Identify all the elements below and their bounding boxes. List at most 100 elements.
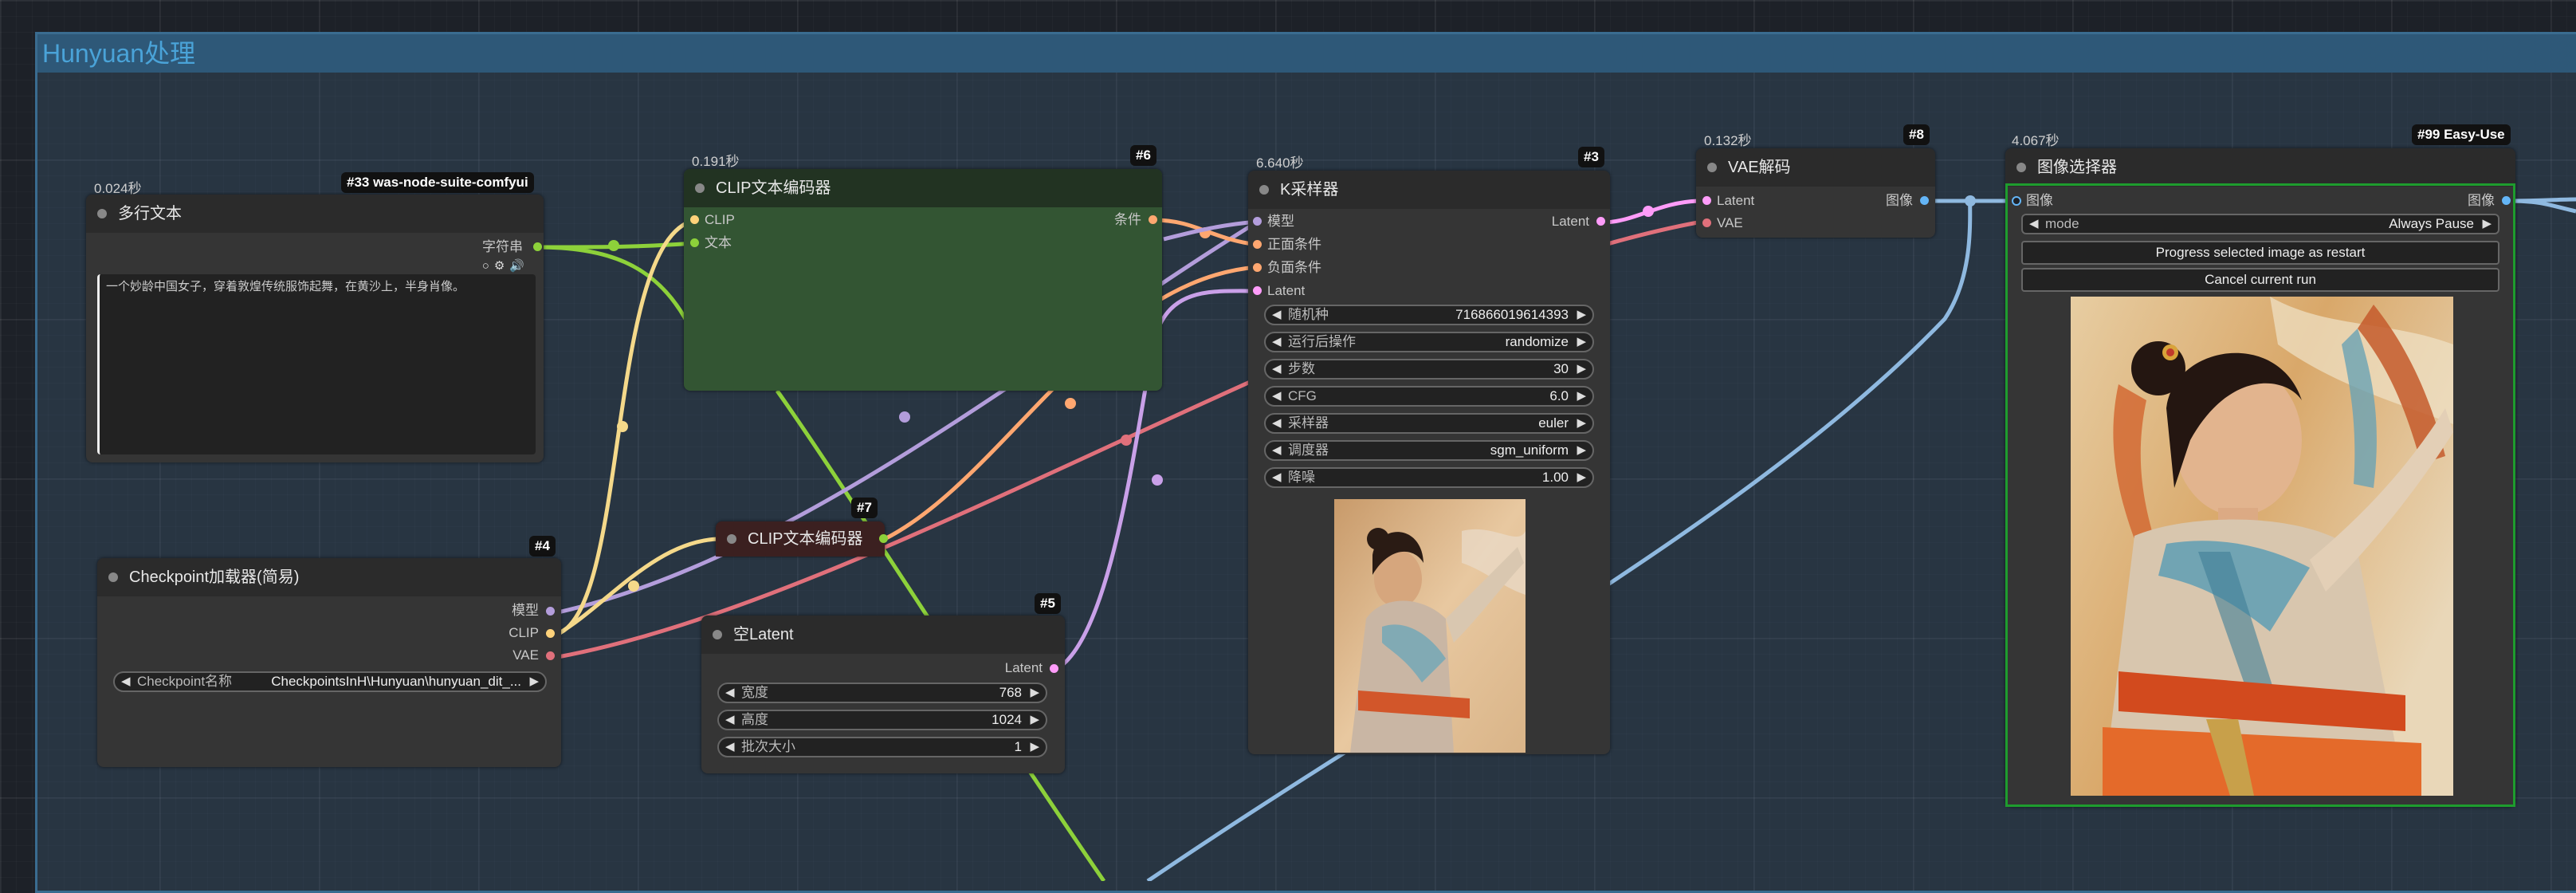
arrow-left-icon[interactable]: ◀ bbox=[1272, 442, 1282, 459]
output-image-slot[interactable] bbox=[1920, 196, 1929, 205]
node-empty-latent[interactable]: 空Latent Latent ◀ 宽度 768 ▶ ◀ 高度 1024 ▶ ◀ 批次大小 1 ▶ bbox=[701, 616, 1065, 773]
widget-control-value[interactable]: randomize bbox=[1506, 333, 1569, 351]
text-input-area[interactable]: 一个妙龄中国女子，穿着敦煌传统服饰起舞，在黄沙上，半身肖像。 bbox=[97, 274, 536, 454]
text-content[interactable]: 一个妙龄中国女子，穿着敦煌传统服饰起舞，在黄沙上，半身肖像。 bbox=[106, 277, 465, 294]
arrow-left-icon[interactable]: ◀ bbox=[1272, 415, 1282, 432]
output-model-slot[interactable] bbox=[546, 607, 555, 616]
widget-sampler[interactable]: ◀ 采样器 euler ▶ bbox=[1264, 413, 1594, 434]
collapse-dot-icon[interactable] bbox=[1707, 163, 1717, 172]
collapse-dot-icon[interactable] bbox=[97, 209, 107, 218]
output-latent-slot[interactable] bbox=[1596, 217, 1605, 226]
widget-control-after[interactable]: ◀ 运行后操作 randomize ▶ bbox=[1264, 332, 1594, 352]
input-latent-slot[interactable] bbox=[1253, 286, 1262, 295]
node-clip-encode-6[interactable]: CLIP文本编码器 CLIP 文本 条件 bbox=[684, 169, 1162, 391]
arrow-right-icon[interactable]: ▶ bbox=[1577, 387, 1586, 405]
arrow-left-icon[interactable]: ◀ bbox=[1272, 360, 1282, 378]
widget-sampler-value[interactable]: euler bbox=[1538, 415, 1569, 432]
arrow-left-icon[interactable]: ◀ bbox=[725, 738, 735, 756]
arrow-left-icon[interactable]: ◀ bbox=[1272, 333, 1282, 351]
widget-denoise[interactable]: ◀ 降噪 1.00 ▶ bbox=[1264, 467, 1594, 488]
node33-title[interactable]: 多行文本 bbox=[86, 195, 544, 233]
arrow-left-icon[interactable]: ◀ bbox=[725, 684, 735, 702]
arrow-right-icon[interactable]: ▶ bbox=[1577, 442, 1586, 459]
widget-steps[interactable]: ◀ 步数 30 ▶ bbox=[1264, 359, 1594, 380]
arrow-left-icon[interactable]: ◀ bbox=[1272, 387, 1282, 405]
collapse-dot-icon[interactable] bbox=[108, 572, 118, 582]
widget-scheduler-value[interactable]: sgm_uniform bbox=[1490, 442, 1569, 459]
arrow-right-icon[interactable]: ▶ bbox=[1030, 738, 1039, 756]
node-ksampler[interactable]: K采样器 模型 正面条件 负面条件 Latent Latent ◀ 随机种 7168… bbox=[1248, 171, 1610, 754]
arrow-right-icon[interactable]: ▶ bbox=[1577, 415, 1586, 432]
output-image-slot[interactable] bbox=[2502, 196, 2511, 205]
input-positive-slot[interactable] bbox=[1253, 240, 1262, 249]
collapse-dot-icon[interactable] bbox=[2016, 163, 2026, 172]
collapse-dot-icon[interactable] bbox=[695, 183, 705, 193]
input-negative-slot[interactable] bbox=[1253, 263, 1262, 272]
widget-width[interactable]: ◀ 宽度 768 ▶ bbox=[717, 683, 1047, 703]
chooser-selected-image[interactable] bbox=[2071, 297, 2453, 796]
widget-cfg[interactable]: ◀ CFG 6.0 ▶ bbox=[1264, 386, 1594, 407]
collapse-dot-icon[interactable] bbox=[1259, 185, 1269, 195]
output-vae-slot[interactable] bbox=[546, 651, 555, 660]
collapse-dot-icon[interactable] bbox=[713, 630, 722, 639]
widget-height-value[interactable]: 1024 bbox=[992, 711, 1022, 729]
widget-ckpt-name[interactable]: ◀ Checkpoint名称 CheckpointsInH\Hunyuan\huny… bbox=[113, 671, 547, 692]
input-latent-slot[interactable] bbox=[1702, 196, 1711, 205]
arrow-right-icon[interactable]: ▶ bbox=[1030, 711, 1039, 729]
node5-title[interactable]: 空Latent bbox=[701, 616, 1065, 654]
node6-title[interactable]: CLIP文本编码器 bbox=[684, 169, 1162, 207]
widget-width-value[interactable]: 768 bbox=[999, 684, 1022, 702]
widget-mode[interactable]: ◀ mode Always Pause ▶ bbox=[2021, 214, 2499, 234]
node4-title[interactable]: Checkpoint加载器(简易) bbox=[97, 558, 561, 596]
node-checkpoint-loader[interactable]: Checkpoint加载器(简易) 模型 CLIP VAE ◀ Checkpoin… bbox=[97, 558, 561, 767]
arrow-right-icon[interactable]: ▶ bbox=[1577, 360, 1586, 378]
cancel-run-button[interactable]: Cancel current run bbox=[2021, 268, 2499, 292]
node8-title[interactable]: VAE解码 bbox=[1696, 148, 1935, 187]
restart-button[interactable]: Progress selected image as restart bbox=[2021, 241, 2499, 265]
node3-title[interactable]: K采样器 bbox=[1248, 171, 1610, 209]
widget-ckpt-value[interactable]: CheckpointsInH\Hunyuan\hunyuan_dit_... bbox=[271, 673, 521, 690]
widget-batch-value[interactable]: 1 bbox=[1015, 738, 1022, 756]
node-vae-decode[interactable]: VAE解码 Latent VAE 图像 bbox=[1696, 148, 1935, 238]
arrow-left-icon[interactable]: ◀ bbox=[1272, 306, 1282, 324]
widget-steps-value[interactable]: 30 bbox=[1553, 360, 1569, 378]
widget-height[interactable]: ◀ 高度 1024 ▶ bbox=[717, 710, 1047, 730]
arrow-right-icon[interactable]: ▶ bbox=[1577, 333, 1586, 351]
arrow-left-icon[interactable]: ◀ bbox=[725, 711, 735, 729]
node7-title[interactable]: CLIP文本编码器 bbox=[716, 521, 885, 557]
node99-title[interactable]: 图像选择器 bbox=[2005, 148, 2515, 187]
arrow-right-icon[interactable]: ▶ bbox=[1030, 684, 1039, 702]
input-clip-slot[interactable] bbox=[690, 215, 699, 224]
circle-icon[interactable]: ○ bbox=[482, 259, 494, 273]
widget-scheduler[interactable]: ◀ 调度器 sgm_uniform ▶ bbox=[1264, 440, 1594, 461]
output-clip-slot[interactable] bbox=[546, 629, 555, 638]
arrow-right-icon[interactable]: ▶ bbox=[1577, 306, 1586, 324]
gear-icon[interactable]: ⚙ bbox=[494, 259, 509, 273]
input-vae-slot[interactable] bbox=[1702, 218, 1711, 227]
widget-denoise-value[interactable]: 1.00 bbox=[1542, 469, 1569, 486]
widget-seed[interactable]: ◀ 随机种 716866019614393 ▶ bbox=[1264, 305, 1594, 325]
widget-cfg-value[interactable]: 6.0 bbox=[1549, 387, 1569, 405]
widget-mode-value[interactable]: Always Pause bbox=[2389, 215, 2474, 233]
collapse-dot-icon[interactable] bbox=[727, 534, 736, 544]
node-multiline-text[interactable]: 多行文本 字符串 ○⚙🔊 一个妙龄中国女子，穿着敦煌传统服饰起舞，在黄沙上，半身… bbox=[86, 195, 544, 462]
text-widget-icons[interactable]: ○⚙🔊 bbox=[482, 258, 529, 273]
arrow-right-icon[interactable]: ▶ bbox=[529, 673, 539, 690]
output-string-slot[interactable] bbox=[533, 242, 542, 251]
arrow-left-icon[interactable]: ◀ bbox=[1272, 469, 1282, 486]
speaker-icon[interactable]: 🔊 bbox=[509, 259, 529, 273]
input-image-slot[interactable] bbox=[2012, 196, 2021, 206]
output-latent-slot[interactable] bbox=[1050, 664, 1058, 673]
node-clip-encode-7[interactable]: CLIP文本编码器 bbox=[716, 521, 888, 557]
input-text-slot[interactable] bbox=[690, 238, 699, 247]
arrow-right-icon[interactable]: ▶ bbox=[2482, 215, 2492, 233]
widget-batch-size[interactable]: ◀ 批次大小 1 ▶ bbox=[717, 737, 1047, 757]
widget-seed-value[interactable]: 716866019614393 bbox=[1455, 306, 1569, 324]
arrow-left-icon[interactable]: ◀ bbox=[2029, 215, 2039, 233]
node-image-chooser[interactable]: 图像选择器 图像 图像 ◀ mode Always Pause ▶ Progress … bbox=[2005, 148, 2515, 807]
output-cond-slot[interactable] bbox=[1149, 215, 1157, 224]
output-cond-slot[interactable] bbox=[879, 534, 888, 543]
arrow-left-icon[interactable]: ◀ bbox=[121, 673, 131, 690]
input-model-slot[interactable] bbox=[1253, 217, 1262, 226]
arrow-right-icon[interactable]: ▶ bbox=[1577, 469, 1586, 486]
